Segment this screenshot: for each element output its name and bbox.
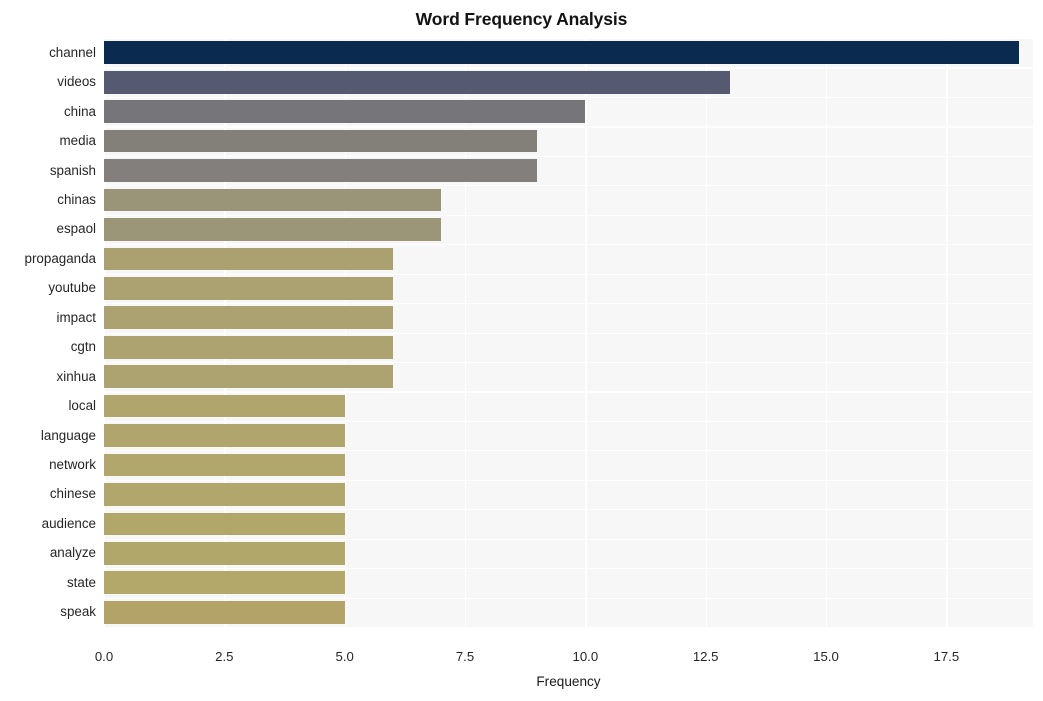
bar-row bbox=[104, 394, 1033, 418]
y-tick-impact: impact bbox=[56, 309, 96, 325]
bar-state bbox=[104, 571, 345, 595]
y-tick-propaganda: propaganda bbox=[24, 250, 96, 266]
y-tick-espaol: espaol bbox=[56, 221, 96, 237]
bar-cgtn bbox=[104, 335, 393, 359]
bar-row bbox=[104, 100, 1033, 123]
bar-youtube bbox=[104, 276, 393, 300]
y-tick-chinese: chinese bbox=[49, 486, 96, 502]
y-tick-state: state bbox=[66, 574, 96, 590]
x-tick-10.0: 10.0 bbox=[572, 649, 599, 664]
plot-area bbox=[104, 38, 1033, 629]
bar-row bbox=[104, 600, 1033, 624]
x-axis-label: Frequency bbox=[536, 674, 601, 689]
y-tick-chinas: chinas bbox=[57, 191, 96, 207]
bar-row bbox=[104, 424, 1033, 447]
bar-row bbox=[104, 512, 1033, 536]
y-tick-cgtn: cgtn bbox=[70, 339, 96, 355]
bar-row bbox=[104, 218, 1033, 241]
word-frequency-chart: Word Frequency Analysis channel videos chi… bbox=[0, 0, 1043, 701]
y-axis-tick-labels: channel videos china media spanish chinas espa… bbox=[0, 38, 96, 627]
bar-row bbox=[104, 276, 1033, 300]
x-axis-tick-labels: 0.0 2.5 5.0 7.5 10.0 12.5 15.0 17.5 bbox=[0, 649, 1043, 669]
bar-spanish bbox=[104, 159, 538, 182]
bar-row bbox=[104, 483, 1033, 506]
bar-row bbox=[104, 247, 1033, 271]
y-tick-spanish: spanish bbox=[49, 162, 96, 178]
y-tick-xinhua: xinhua bbox=[56, 368, 96, 384]
y-tick-network: network bbox=[49, 457, 96, 473]
bar-row bbox=[104, 365, 1033, 388]
bar-row bbox=[104, 188, 1033, 212]
bar-audience bbox=[104, 512, 345, 536]
bar-row bbox=[104, 542, 1033, 565]
y-tick-speak: speak bbox=[60, 604, 96, 620]
bar-propaganda bbox=[104, 247, 393, 271]
bar-row bbox=[104, 70, 1033, 94]
x-tick-17.5: 17.5 bbox=[933, 649, 960, 664]
y-tick-media: media bbox=[59, 133, 96, 149]
bar-analyze bbox=[104, 542, 345, 565]
bar-china bbox=[104, 100, 586, 123]
bar-network bbox=[104, 453, 345, 477]
bar-media bbox=[104, 129, 538, 153]
bar-channel bbox=[104, 41, 1019, 65]
y-tick-youtube: youtube bbox=[48, 280, 96, 296]
x-tick-15.0: 15.0 bbox=[813, 649, 839, 664]
bar-row bbox=[104, 129, 1033, 153]
bar-series bbox=[104, 38, 1033, 627]
bar-row bbox=[104, 41, 1033, 65]
bar-impact bbox=[104, 306, 393, 330]
x-tick-2.5: 2.5 bbox=[215, 649, 234, 664]
y-tick-china: china bbox=[63, 103, 96, 119]
bar-row bbox=[104, 335, 1033, 359]
bar-chinese bbox=[104, 483, 345, 506]
x-tick-12.5: 12.5 bbox=[692, 649, 719, 664]
bar-language bbox=[104, 424, 345, 447]
x-tick-0.0: 0.0 bbox=[94, 649, 114, 664]
bar-espaol bbox=[104, 218, 441, 241]
bar-local bbox=[104, 394, 345, 418]
bar-speak bbox=[104, 600, 345, 624]
bar-chinas bbox=[104, 188, 441, 212]
bar-xinhua bbox=[104, 365, 393, 388]
chart-title: Word Frequency Analysis bbox=[415, 9, 628, 29]
bar-row bbox=[104, 159, 1033, 182]
bar-videos bbox=[104, 70, 730, 94]
x-tick-7.5: 7.5 bbox=[455, 649, 475, 664]
y-tick-language: language bbox=[40, 427, 96, 443]
bar-row bbox=[104, 306, 1033, 330]
bar-row bbox=[104, 571, 1033, 595]
y-tick-videos: videos bbox=[57, 74, 96, 90]
y-tick-local: local bbox=[68, 398, 96, 414]
gridline-horizontal bbox=[104, 627, 1033, 629]
y-tick-audience: audience bbox=[41, 515, 96, 531]
y-tick-analyze: analyze bbox=[49, 545, 96, 561]
bar-row bbox=[104, 453, 1033, 477]
x-tick-5.0: 5.0 bbox=[335, 649, 354, 664]
y-tick-channel: channel bbox=[49, 44, 96, 60]
